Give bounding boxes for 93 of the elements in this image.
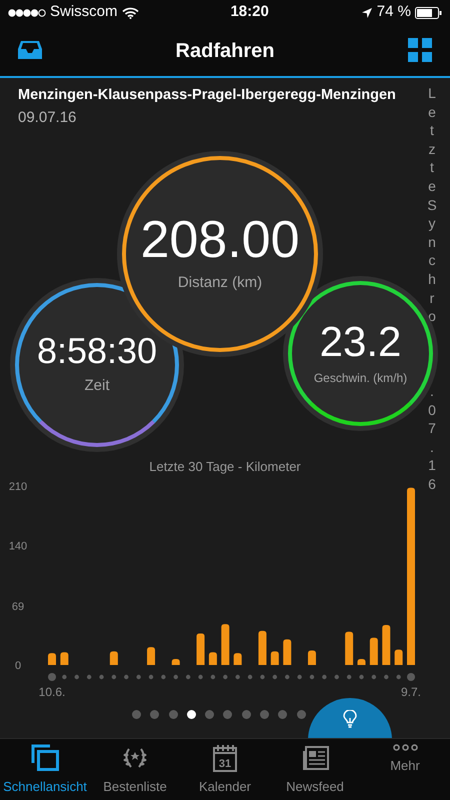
grid-button[interactable] — [408, 38, 432, 63]
bar — [234, 653, 242, 666]
axis-tick — [384, 675, 388, 680]
stat-label: Geschwin. (km/h) — [314, 370, 408, 387]
bar — [208, 652, 217, 666]
axis-tick — [62, 675, 67, 680]
sync-date: .07.16 — [427, 382, 437, 494]
bar — [147, 647, 156, 666]
axis-tick — [223, 675, 228, 680]
axis-tick — [248, 675, 252, 680]
axis-tick — [260, 675, 265, 680]
axis-tick — [272, 675, 278, 680]
bar — [48, 653, 56, 666]
axis-tick — [148, 675, 154, 680]
bar — [308, 650, 316, 666]
axis-tick — [112, 675, 116, 680]
bar — [221, 624, 230, 666]
lightbulb-icon — [343, 710, 357, 728]
location-icon — [360, 6, 373, 18]
clock: 18:20 — [230, 2, 269, 22]
sync-note: LetzteSynchro — [427, 84, 437, 326]
axis-tick — [86, 675, 92, 680]
axis-tick — [99, 675, 104, 680]
signal-icon — [8, 8, 46, 16]
page-dot[interactable] — [132, 710, 141, 719]
tab[interactable]: Newsfeed — [270, 739, 360, 798]
axis-label: 0 — [14, 660, 22, 672]
battery-icon — [415, 6, 442, 18]
axis-tick — [372, 675, 376, 680]
axis-tick — [297, 675, 302, 680]
bar — [196, 634, 205, 666]
axis-tick — [334, 675, 339, 680]
carrier-name: Swisscom — [50, 2, 118, 22]
bar — [172, 659, 180, 666]
axis-tick — [74, 675, 79, 680]
stat-label: Distanz (km) — [178, 273, 262, 293]
axis-tick — [407, 673, 415, 682]
bar — [394, 650, 403, 666]
axis-tick — [198, 675, 203, 680]
axis-tick — [285, 675, 290, 680]
stat-value: 8:58:30 — [36, 333, 158, 369]
page-dot[interactable] — [278, 710, 288, 719]
more-icon — [392, 743, 418, 752]
windows-icon — [30, 743, 60, 773]
axis-tick — [310, 675, 314, 680]
axis-tick — [124, 675, 128, 680]
page-dot[interactable] — [223, 710, 232, 719]
axis-tick — [359, 675, 364, 680]
page-dot[interactable] — [168, 710, 178, 719]
axis-label: 9.7. — [401, 685, 421, 700]
axis-tick — [161, 675, 166, 680]
bar — [357, 659, 366, 666]
page-dot[interactable] — [296, 710, 306, 719]
bar — [382, 625, 390, 666]
axis-label: 69 — [12, 601, 24, 614]
stat-value: 23.2 — [320, 320, 402, 363]
tab[interactable]: Bestenliste — [90, 739, 180, 798]
battery-percent: 74 % — [376, 2, 411, 22]
bar — [60, 652, 68, 666]
bar — [283, 640, 292, 666]
page-dot[interactable] — [150, 710, 160, 719]
axis-tick — [174, 675, 178, 680]
newspaper-icon — [300, 743, 330, 773]
axis-tick — [236, 675, 240, 680]
tab[interactable]: Schnellansicht — [0, 739, 90, 798]
bar — [258, 631, 266, 666]
wifi-icon — [122, 6, 139, 18]
axis-tick — [210, 675, 216, 680]
page-dot[interactable] — [242, 710, 251, 719]
axis-tick — [186, 675, 190, 680]
axis-label: 210 — [8, 481, 28, 494]
axis-tick — [322, 675, 327, 680]
activity-date: 09.07.16 — [18, 108, 78, 128]
bar — [270, 652, 279, 666]
page-title: Radfahren — [176, 38, 274, 64]
bar — [345, 632, 354, 666]
stat-label: Zeit — [84, 376, 110, 396]
bar — [370, 638, 378, 666]
axis-tick — [48, 673, 56, 682]
tab[interactable]: 31 Kalender — [180, 739, 270, 798]
page-dot[interactable] — [260, 710, 270, 719]
axis-label: 10.6. — [38, 685, 66, 700]
page-dot[interactable] — [205, 710, 214, 719]
chart-title: Letzte 30 Tage - Kilometer — [149, 459, 301, 474]
activity-title: Menzingen-Klausenpass-Pragel-Ibergeregg-Menzingen — [18, 86, 397, 105]
tab[interactable]: Mehr — [360, 739, 450, 798]
page-dot[interactable] — [186, 710, 196, 719]
bar — [110, 652, 118, 666]
axis-label: 140 — [8, 540, 28, 553]
stat-value: 208.00 — [140, 214, 300, 266]
axis-tick — [396, 675, 401, 680]
axis-tick — [346, 675, 352, 680]
axis-tick — [136, 675, 141, 680]
